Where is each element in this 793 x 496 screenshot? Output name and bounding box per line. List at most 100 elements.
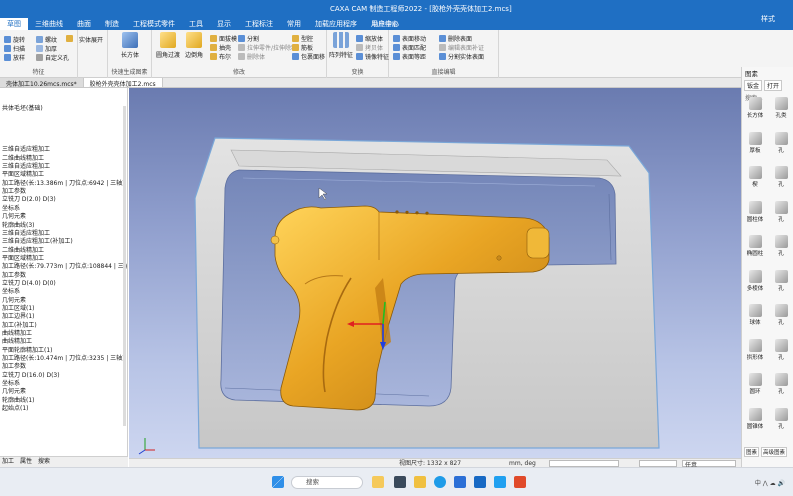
library-item[interactable]: 厚板 bbox=[742, 131, 768, 154]
tab-advanced-primitives[interactable]: 高级图素 bbox=[761, 447, 788, 457]
menu-item[interactable]: 加载应用程序 bbox=[308, 18, 364, 30]
menu-item[interactable]: 制造 bbox=[98, 18, 126, 30]
library-item[interactable]: 楔 bbox=[742, 166, 768, 188]
tree-node[interactable]: 平面区域精加工 bbox=[0, 255, 127, 263]
pattern-feature-button[interactable]: 阵列特征 bbox=[329, 32, 353, 59]
chamfer-button[interactable]: 边倒角 bbox=[182, 32, 206, 59]
cavity-button[interactable]: 型腔 bbox=[292, 34, 313, 43]
revolve-button[interactable]: 旋转 bbox=[4, 35, 25, 44]
custom-hole-button[interactable]: 自定义孔 bbox=[36, 53, 69, 62]
style-menu[interactable]: 样式 bbox=[761, 14, 775, 24]
extrude-part-button[interactable]: 拉伸零件/拉伸除料 bbox=[238, 43, 297, 52]
3d-viewport[interactable] bbox=[129, 88, 741, 458]
delete-body-button[interactable]: 删除体 bbox=[238, 52, 265, 61]
library-item[interactable]: 多棱体 bbox=[742, 269, 768, 292]
tree-node[interactable]: 平面区域精加工 bbox=[0, 171, 127, 179]
system-tray[interactable]: 中 ⋀ ☁ 🔊 bbox=[755, 478, 785, 487]
menu-item[interactable]: 曲面 bbox=[70, 18, 98, 30]
library-item[interactable]: 孔类 bbox=[768, 97, 793, 119]
split-button[interactable]: 分割 bbox=[238, 34, 259, 43]
face-offset-button[interactable]: 表面等距 bbox=[393, 52, 426, 61]
menu-item[interactable]: 工具 bbox=[182, 18, 210, 30]
tree-node[interactable]: 二维曲线精加工 bbox=[0, 247, 127, 255]
split-face-button[interactable]: 分割实体表面 bbox=[439, 52, 484, 61]
tree-node[interactable]: 几何元素 bbox=[0, 388, 127, 396]
library-item[interactable]: 椭圆柱 bbox=[742, 235, 768, 257]
library-item[interactable]: 孔 bbox=[768, 373, 793, 395]
task-view-icon[interactable] bbox=[394, 476, 406, 488]
menu-item[interactable]: 三维曲线 bbox=[28, 18, 70, 30]
tree-node[interactable]: 二维曲线精加工 bbox=[0, 155, 127, 163]
snap-dropdown[interactable] bbox=[549, 460, 619, 467]
tree-node[interactable]: 共体毛坯(基础) bbox=[0, 105, 127, 113]
library-item[interactable]: 孔 bbox=[768, 235, 793, 257]
menu-item[interactable]: 工程模式零件 bbox=[126, 18, 182, 30]
widgets-icon[interactable] bbox=[372, 476, 384, 488]
tree-node[interactable]: 加工参数 bbox=[0, 363, 127, 371]
tree-node[interactable] bbox=[0, 113, 127, 121]
tree-scrollbar[interactable] bbox=[123, 106, 126, 426]
copy-body-button[interactable]: 拷贝体 bbox=[356, 43, 383, 52]
library-item[interactable]: 孔 bbox=[768, 338, 793, 361]
library-item[interactable]: 球体 bbox=[742, 304, 768, 326]
tree-node[interactable]: 立铣刀 D(2.0) D(3) bbox=[0, 196, 127, 204]
tree-node[interactable] bbox=[0, 96, 127, 104]
box-button[interactable]: 长方体 bbox=[118, 32, 142, 59]
library-item[interactable]: 圆锥体 bbox=[742, 407, 768, 430]
library-item[interactable]: 长方体 bbox=[742, 97, 768, 119]
tree-node[interactable]: 三维自适应粗加工(补加工) bbox=[0, 238, 127, 246]
taskbar-search[interactable]: 搜索 bbox=[291, 476, 363, 489]
shell-button[interactable]: 抽壳 bbox=[210, 43, 231, 52]
tree-node[interactable] bbox=[0, 413, 127, 421]
file-explorer-icon[interactable] bbox=[414, 476, 426, 488]
rib-button[interactable]: 筋板 bbox=[292, 43, 313, 52]
tab-machining[interactable]: 加工 bbox=[2, 457, 14, 467]
loft-button[interactable]: 放样 bbox=[4, 53, 25, 62]
tree-node[interactable]: 加工路径(长:79.773m | 刀位点:108844 | 三轴) bbox=[0, 263, 127, 271]
library-item[interactable]: 圆环 bbox=[742, 373, 768, 395]
tree-node[interactable] bbox=[0, 121, 127, 129]
tree-node[interactable]: 加工边界(1) bbox=[0, 313, 127, 321]
menu-item[interactable]: 显示 bbox=[210, 18, 238, 30]
app-icon[interactable] bbox=[494, 476, 506, 488]
tree-node[interactable]: 三维自适应粗加工 bbox=[0, 146, 127, 154]
tree-node[interactable]: 三维自适应粗加工 bbox=[0, 230, 127, 238]
menu-item[interactable]: 常用 bbox=[280, 18, 308, 30]
tree-node[interactable]: 起始点(1) bbox=[0, 405, 127, 413]
face-match-button[interactable]: 表面匹配 bbox=[393, 43, 426, 52]
tab-primitives[interactable]: 图素 bbox=[744, 447, 760, 457]
windows-start-icon[interactable] bbox=[272, 476, 284, 488]
sweep-button[interactable]: 扫描 bbox=[4, 44, 25, 53]
menu-item[interactable]: 草图 bbox=[0, 18, 28, 30]
store-icon[interactable] bbox=[454, 476, 466, 488]
draft-button[interactable]: 面拔模 bbox=[210, 34, 237, 43]
function-search-input[interactable]: 功能搜索 bbox=[372, 18, 442, 29]
tree-node[interactable]: 平面轮廓精加工(1) bbox=[0, 347, 127, 355]
delete-face-button[interactable]: 删除表面 bbox=[439, 34, 472, 43]
library-item[interactable]: 拱形体 bbox=[742, 338, 768, 361]
thread-button[interactable]: 螺纹 bbox=[36, 35, 57, 44]
library-item[interactable]: 孔 bbox=[768, 166, 793, 188]
tree-node[interactable]: 加工(补加工) bbox=[0, 322, 127, 330]
tab-sheetmetal[interactable]: 钣金 bbox=[744, 80, 763, 91]
library-item[interactable]: 孔 bbox=[768, 131, 793, 154]
tree-node[interactable]: 加工路径(长:13.386m | 刀位点:6942 | 三轴) bbox=[0, 180, 127, 188]
boolean-button[interactable]: 布尔 bbox=[210, 52, 231, 61]
fillet-button[interactable]: 圆角过渡 bbox=[156, 32, 180, 59]
tree-node[interactable]: 几何元素 bbox=[0, 213, 127, 221]
pick-filter-dropdown[interactable]: 任意 bbox=[682, 460, 736, 469]
app-icon[interactable] bbox=[514, 476, 526, 488]
tree-node[interactable] bbox=[0, 130, 127, 138]
solid-unfold-button[interactable] bbox=[66, 35, 73, 42]
tab-properties[interactable]: 属性 bbox=[20, 457, 32, 467]
doc-tab-active[interactable]: 胶枪外壳壳体加工2.mcs bbox=[83, 78, 163, 88]
tree-node[interactable]: 立铣刀 D(16.0) D(3) bbox=[0, 372, 127, 380]
layer-dropdown[interactable] bbox=[639, 460, 677, 467]
mirror-feature-button[interactable]: 镜像特征 bbox=[356, 52, 389, 61]
tree-node[interactable]: 立铣刀 D(4.0) D(0) bbox=[0, 280, 127, 288]
edit-face-button[interactable]: 编辑表面补证 bbox=[439, 43, 484, 52]
tree-node[interactable]: 几何元素 bbox=[0, 297, 127, 305]
thicken-button[interactable]: 加厚 bbox=[36, 44, 57, 53]
tree-node[interactable]: 坐标系 bbox=[0, 288, 127, 296]
tree-node[interactable] bbox=[0, 422, 127, 430]
